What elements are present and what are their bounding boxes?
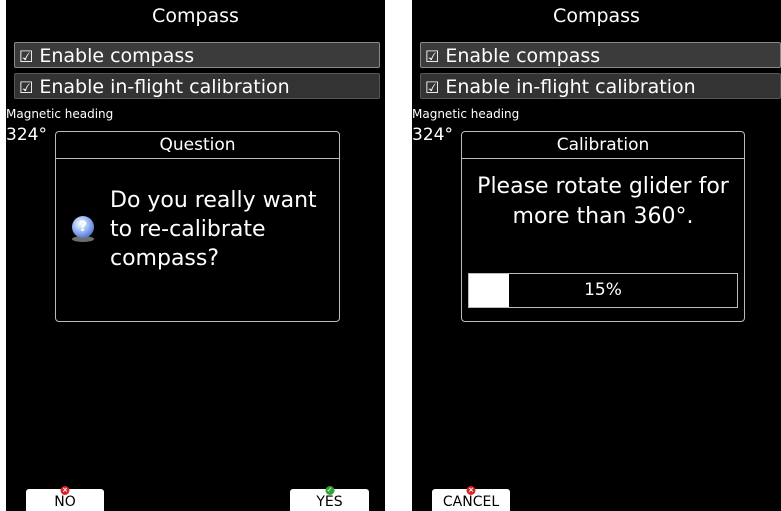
- checkbox-checked-icon: ☑: [425, 78, 440, 97]
- calibration-progress-bar: 15%: [468, 273, 738, 308]
- yes-button-label: YES: [316, 494, 343, 510]
- checkbox-checked-icon: ☑: [19, 78, 34, 97]
- magnetic-heading-label: Magnetic heading: [6, 107, 114, 121]
- cancel-button-label: CANCEL: [442, 494, 500, 510]
- x-mark-icon: ×: [60, 486, 70, 495]
- question-icon: ?: [72, 216, 94, 238]
- enable-inflight-calibration-checkbox[interactable]: ☑ Enable in-flight calibration: [420, 73, 781, 99]
- checkbox-checked-icon: ☑: [19, 47, 34, 66]
- no-button[interactable]: × NO: [26, 486, 104, 511]
- progress-label: 15%: [584, 280, 622, 300]
- question-dialog: Question ? Do you really want to re-cali…: [55, 131, 340, 322]
- dialog-title: Question: [56, 132, 339, 159]
- enable-inflight-calibration-label: Enable in-flight calibration: [445, 76, 696, 98]
- dialog-title: Calibration: [462, 132, 744, 159]
- enable-inflight-calibration-label: Enable in-flight calibration: [39, 76, 290, 98]
- calibration-message: Please rotate glider for more than 360°.: [477, 174, 729, 229]
- compass-screen-calibration: Compass ☑ Enable compass ☑ Enable in-fligh…: [412, 0, 781, 511]
- enable-compass-label: Enable compass: [39, 45, 195, 67]
- magnetic-heading-value: 324°: [6, 125, 47, 145]
- dialog-message: Do you really want to re-calibrate compa…: [110, 188, 317, 271]
- yes-button[interactable]: ✓ YES: [290, 486, 369, 511]
- screen-title: Compass: [553, 5, 640, 27]
- enable-compass-checkbox[interactable]: ☑ Enable compass: [14, 42, 380, 68]
- enable-inflight-calibration-checkbox[interactable]: ☑ Enable in-flight calibration: [14, 73, 380, 99]
- x-mark-icon: ×: [466, 486, 476, 495]
- enable-compass-label: Enable compass: [445, 45, 601, 67]
- no-button-label: NO: [54, 494, 76, 510]
- screen-title: Compass: [152, 5, 239, 27]
- cancel-button[interactable]: × CANCEL: [432, 486, 510, 511]
- compass-screen-question: Compass ☑ Enable compass ☑ Enable in-fligh…: [6, 0, 385, 511]
- magnetic-heading-label: Magnetic heading: [412, 107, 520, 121]
- check-mark-icon: ✓: [325, 486, 334, 495]
- calibration-dialog: Calibration Please rotate glider for mor…: [461, 131, 745, 322]
- enable-compass-checkbox[interactable]: ☑ Enable compass: [420, 42, 781, 68]
- magnetic-heading-value: 324°: [412, 125, 453, 145]
- checkbox-checked-icon: ☑: [425, 47, 440, 66]
